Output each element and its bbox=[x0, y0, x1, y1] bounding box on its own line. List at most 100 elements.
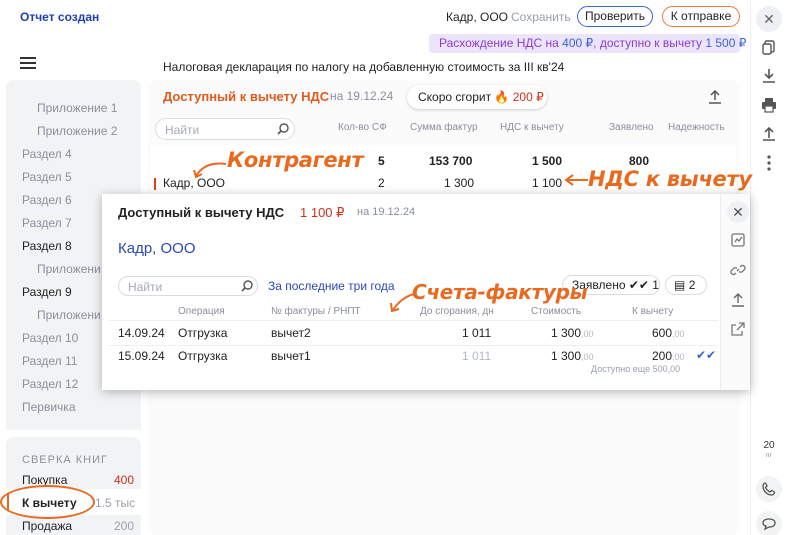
total-sum: 153 700 bbox=[429, 154, 473, 168]
download-icon[interactable] bbox=[759, 66, 779, 86]
documents-count: 2 bbox=[688, 278, 696, 292]
row-deduct-dec: ,00 bbox=[672, 352, 685, 362]
more-icon[interactable] bbox=[759, 153, 779, 173]
expire-amount: 200 ₽ bbox=[512, 90, 544, 104]
col-days-left: До сгорания, дн bbox=[420, 306, 494, 317]
vat-mismatch-banner[interactable]: Расхождение НДС на 400 ₽, доступно к выч… bbox=[429, 34, 746, 53]
row-deduct: 600,00 bbox=[652, 326, 685, 340]
col-vat: НДС к вычету bbox=[500, 122, 564, 133]
row-cost: 1 300,00 bbox=[551, 349, 594, 363]
company-name: Кадр, ООО bbox=[446, 10, 509, 24]
sidebar-item-appendix-2[interactable]: Приложение 2 bbox=[37, 124, 117, 138]
sidebar-item-section-8[interactable]: Раздел 8 bbox=[22, 239, 72, 253]
calendar-weekday: пт bbox=[766, 453, 772, 459]
sidebar-item-primary-docs[interactable]: Первичка bbox=[22, 400, 76, 414]
search-placeholder: Найти bbox=[165, 123, 200, 137]
copy-icon[interactable] bbox=[759, 37, 779, 57]
annotation-arrow bbox=[390, 293, 415, 313]
row-date: 15.09.24 bbox=[118, 349, 165, 363]
double-check-icon: ✔✔ bbox=[628, 278, 649, 292]
declared-count: 1 bbox=[652, 278, 659, 292]
sidebar-item-appendix-8[interactable]: Приложени bbox=[37, 262, 101, 276]
row-invoice[interactable]: вычет2 bbox=[271, 326, 311, 340]
row-count: 2 bbox=[378, 176, 385, 190]
calendar-date[interactable]: 20 пт bbox=[759, 441, 779, 461]
row-cost-int: 1 300 bbox=[551, 326, 582, 340]
link-icon[interactable] bbox=[729, 261, 747, 279]
card-title: Доступный к вычету НДС bbox=[163, 89, 330, 104]
purchase-count: 400 bbox=[114, 473, 135, 487]
menu-icon[interactable] bbox=[20, 57, 36, 69]
upload-icon[interactable] bbox=[706, 88, 724, 106]
save-button[interactable]: Сохранить bbox=[511, 10, 571, 24]
double-check-icon: ✔✔ bbox=[696, 348, 717, 362]
total-vat: 1 500 bbox=[532, 154, 563, 168]
search-placeholder: Найти bbox=[128, 280, 163, 294]
close-icon[interactable]: ✕ bbox=[727, 201, 749, 223]
popup-date: на 19.12.24 bbox=[357, 206, 416, 218]
right-rail: ✕ 20 пт bbox=[750, 0, 786, 535]
close-icon[interactable]: ✕ bbox=[756, 6, 782, 32]
sidebar-item-section-10[interactable]: Раздел 10 bbox=[22, 331, 78, 345]
row-operation: Отгрузка bbox=[178, 349, 228, 363]
row-deduct-int: 200 bbox=[652, 349, 673, 363]
search-input[interactable]: Найти bbox=[155, 118, 295, 140]
send-button[interactable]: К отправке bbox=[662, 6, 740, 27]
expire-label: Скоро сгорит bbox=[418, 90, 492, 104]
sidebar-item-section-6[interactable]: Раздел 6 bbox=[22, 193, 72, 207]
mismatch-mid: , доступно к вычету bbox=[593, 36, 703, 50]
row-marker bbox=[154, 178, 156, 190]
books-item-sales[interactable]: Продажа bbox=[22, 519, 72, 533]
total-declared: 800 bbox=[629, 154, 650, 168]
deduction-count: 1.5 тыс bbox=[95, 496, 136, 510]
row-deduct-int: 600 bbox=[652, 326, 673, 340]
row-invoice[interactable]: вычет1 bbox=[271, 349, 311, 363]
documents-filter[interactable]: ▤ 2 bbox=[665, 275, 707, 295]
open-external-icon[interactable] bbox=[729, 320, 747, 338]
sidebar-item-section-4[interactable]: Раздел 4 bbox=[22, 147, 72, 161]
col-operation: Операция bbox=[178, 306, 225, 317]
row-days-left: 1 011 bbox=[462, 326, 492, 340]
sidebar-item-section-5[interactable]: Раздел 5 bbox=[22, 170, 72, 184]
annotation-arrow bbox=[193, 162, 227, 179]
col-reliability: Надежность bbox=[668, 122, 725, 133]
col-invoice: № фактуры / РНПТ bbox=[271, 306, 361, 317]
row-vat: 1 100 bbox=[532, 176, 563, 190]
page-title: Налоговая декларация по налогу на добавл… bbox=[163, 60, 565, 74]
upload-icon[interactable] bbox=[729, 291, 747, 309]
chat-icon[interactable] bbox=[756, 511, 782, 535]
sidebar-item-section-9[interactable]: Раздел 9 bbox=[22, 285, 72, 299]
remaining-available: Доступно еще 500,00 bbox=[591, 364, 681, 374]
print-icon[interactable] bbox=[759, 95, 779, 115]
search-icon bbox=[241, 280, 253, 292]
popup-amount: 1 100 ₽ bbox=[300, 205, 345, 220]
card-date: на 19.12.24 bbox=[330, 89, 394, 103]
sales-count: 200 bbox=[114, 519, 135, 533]
report-status: Отчет создан bbox=[20, 10, 100, 24]
annotation-circle bbox=[0, 485, 95, 519]
popup-search-input[interactable]: Найти bbox=[118, 276, 258, 296]
sidebar-item-appendix-9[interactable]: Приложени bbox=[37, 308, 101, 322]
col-count: Кол-во СФ bbox=[338, 122, 387, 133]
col-declared: Заявлено bbox=[609, 122, 654, 133]
phone-icon[interactable] bbox=[756, 476, 782, 502]
row-operation: Отгрузка bbox=[178, 326, 228, 340]
report-icon[interactable] bbox=[729, 231, 747, 249]
period-filter[interactable]: За последние три года bbox=[268, 279, 395, 293]
annotation-arrow bbox=[564, 174, 588, 186]
row-cost-dec: ,00 bbox=[581, 352, 594, 362]
row-deduct-dec: ,00 bbox=[672, 329, 685, 339]
annotation-counterparty: Контрагент bbox=[227, 148, 364, 172]
expiring-soon-pill[interactable]: Скоро сгорит 🔥 200 ₽ bbox=[407, 85, 547, 109]
row-cost: 1 300,00 bbox=[551, 326, 594, 340]
upload-icon[interactable] bbox=[759, 124, 779, 144]
sidebar-item-appendix-1[interactable]: Приложение 1 bbox=[37, 101, 117, 115]
sidebar-item-section-11[interactable]: Раздел 11 bbox=[22, 354, 77, 368]
mismatch-available: 1 500 ₽ bbox=[705, 36, 747, 50]
check-button[interactable]: Проверить bbox=[577, 6, 653, 27]
row-sum: 1 300 bbox=[444, 176, 475, 190]
sidebar-item-section-12[interactable]: Раздел 12 bbox=[22, 377, 78, 391]
sidebar-item-section-7[interactable]: Раздел 7 bbox=[22, 216, 72, 230]
books-title: СВЕРКА КНИГ bbox=[22, 454, 108, 466]
row-deduct: 200,00 bbox=[652, 349, 685, 363]
